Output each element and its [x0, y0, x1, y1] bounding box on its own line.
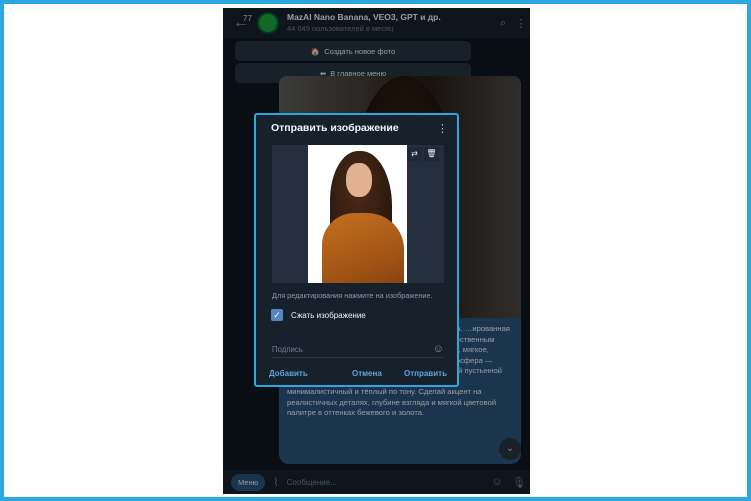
preview-tools: ⇄ 🗑 — [407, 147, 439, 161]
compress-checkbox[interactable]: ✓ — [271, 309, 283, 321]
send-image-dialog: Отправить изображение ⋮ ⇄ 🗑 Для редактир… — [254, 113, 459, 387]
preview-body — [322, 213, 404, 283]
caption-emoji-icon[interactable]: ☺ — [433, 343, 444, 355]
compress-label: Сжать изображение — [291, 310, 366, 320]
compress-option[interactable]: ✓ Сжать изображение — [271, 309, 366, 321]
edit-hint: Для редактирования нажмите на изображени… — [272, 291, 433, 300]
cancel-button[interactable]: Отмена — [352, 369, 382, 378]
send-button[interactable]: Отправить — [404, 369, 447, 378]
dialog-title: Отправить изображение — [271, 122, 399, 134]
add-button[interactable]: Добавить — [269, 369, 308, 378]
image-preview: ⇄ 🗑 — [272, 145, 444, 283]
dialog-actions: Добавить Отмена Отправить — [256, 367, 457, 383]
preview-image[interactable] — [308, 145, 407, 283]
caption-input[interactable]: Подпись — [272, 345, 303, 354]
caption-field[interactable]: Подпись ☺ — [272, 341, 444, 358]
preview-face — [346, 163, 372, 197]
trash-icon[interactable]: 🗑 — [424, 147, 439, 161]
dialog-more-icon[interactable]: ⋮ — [437, 122, 448, 135]
replace-icon[interactable]: ⇄ — [407, 147, 422, 161]
